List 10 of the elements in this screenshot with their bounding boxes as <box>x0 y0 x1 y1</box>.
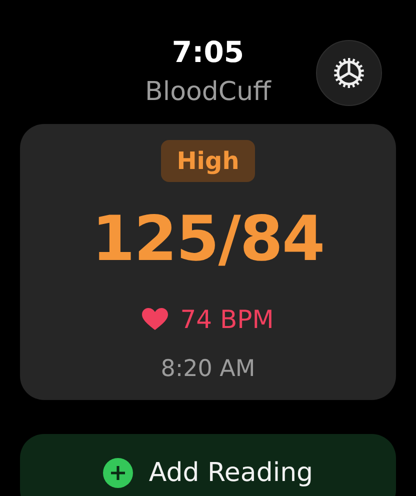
app-title: BloodCuff <box>145 76 271 109</box>
blood-pressure-value: 125/84 <box>92 201 324 277</box>
reading-time: 8:20 AM <box>160 355 256 384</box>
clock-time: 7:05 <box>172 34 244 70</box>
add-reading-button[interactable]: Add Reading <box>20 434 396 496</box>
settings-icon <box>332 56 366 90</box>
heart-icon <box>142 308 168 330</box>
category-badge: High <box>160 140 256 182</box>
pulse-rate: 74 BPM <box>180 304 274 334</box>
plus-icon <box>102 458 133 488</box>
